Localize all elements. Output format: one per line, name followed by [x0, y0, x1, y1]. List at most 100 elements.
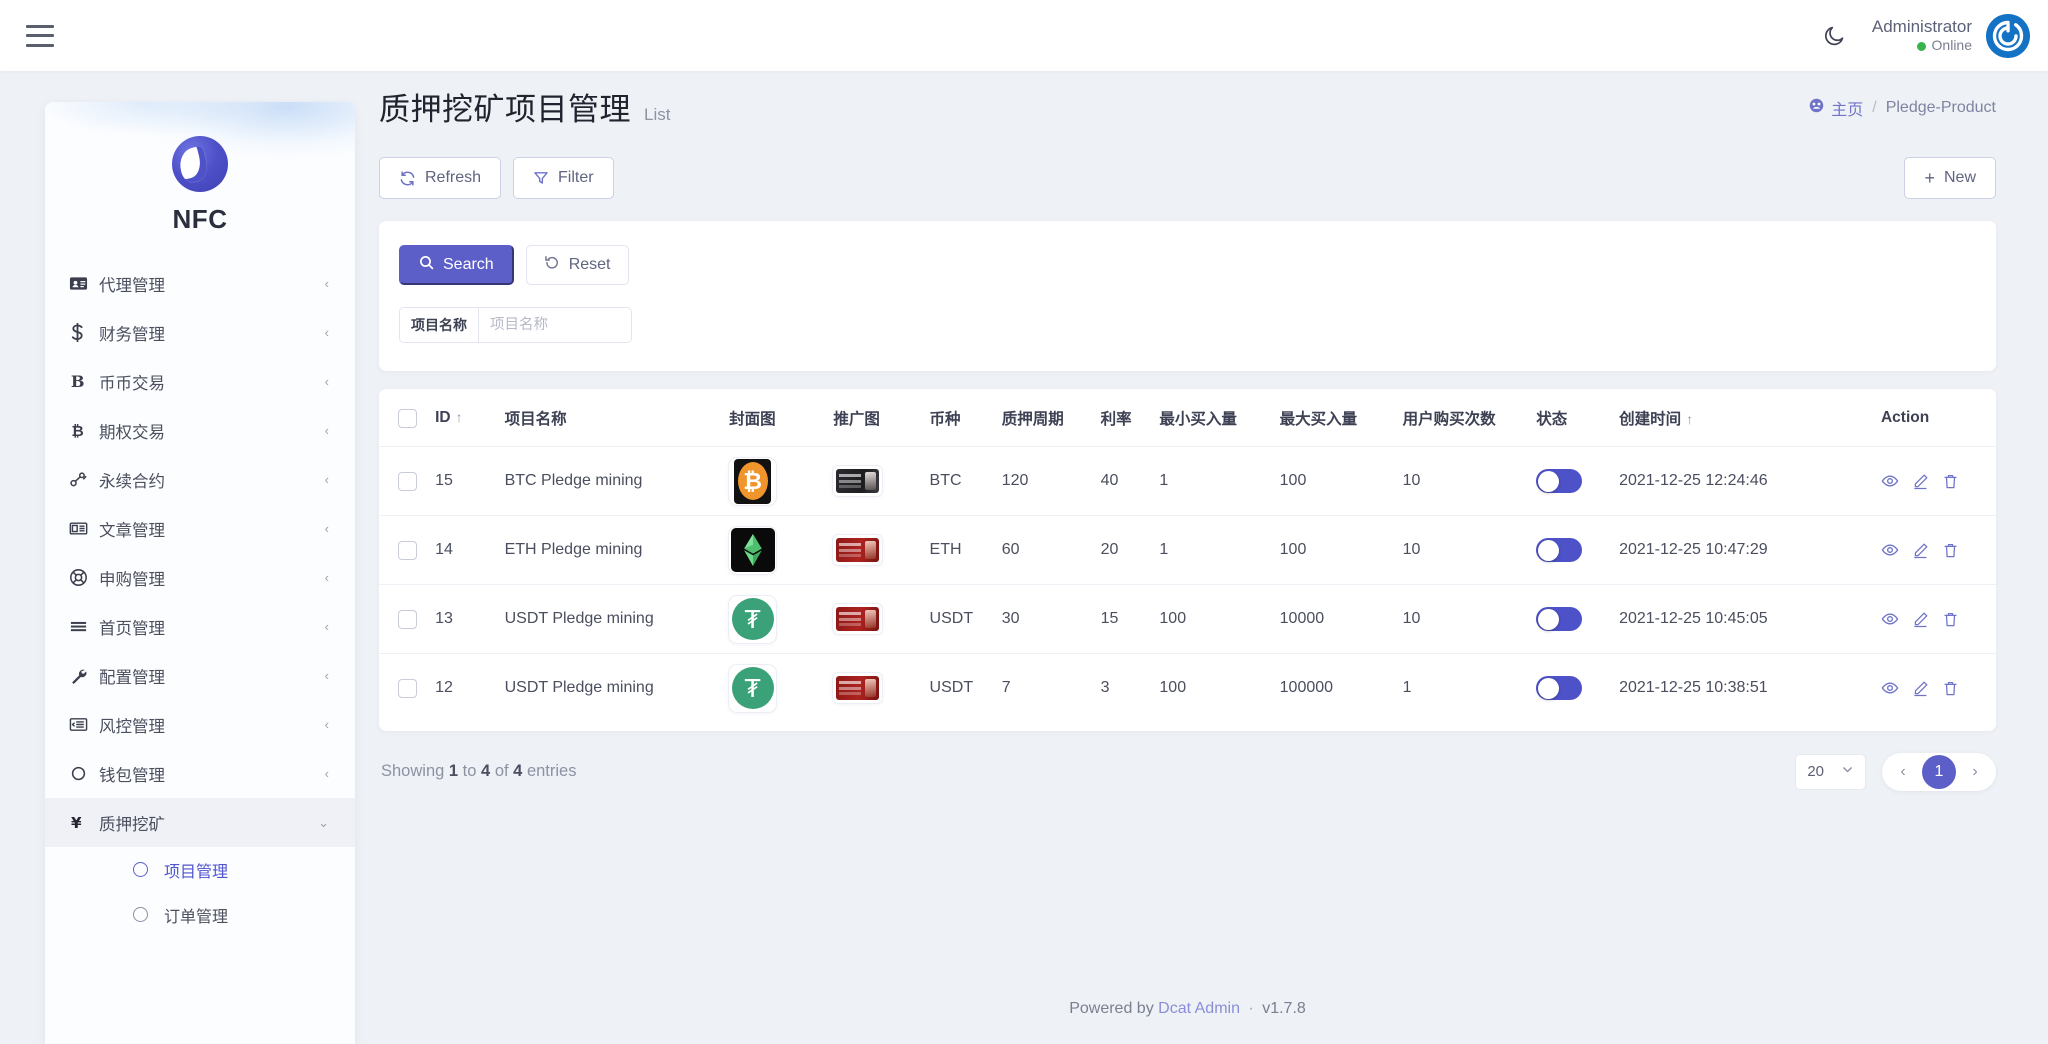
status-toggle[interactable] [1536, 469, 1583, 493]
sidebar-item-wallet[interactable]: 钱包管理 ‹ [45, 749, 355, 798]
top-navbar: Administrator Online [0, 0, 2048, 71]
svg-text:₿: ₿ [71, 422, 83, 440]
trash-icon[interactable] [1942, 680, 1959, 697]
cell-purchase-times: 10 [1402, 610, 1421, 627]
user-name: Administrator [1871, 17, 1972, 37]
row-checkbox[interactable] [398, 540, 417, 560]
project-name-input[interactable] [479, 308, 631, 342]
eye-icon[interactable] [1881, 679, 1899, 697]
row-checkbox[interactable] [398, 471, 417, 491]
search-buttons-row: Search Reset [399, 245, 1976, 285]
sidebar-item-pledge-mining[interactable]: ¥ 质押挖矿 ⌄ [45, 798, 355, 847]
showing-to-word: to [462, 762, 477, 780]
sidebar-item-subscription[interactable]: 申购管理 ‹ [45, 553, 355, 602]
cell-period: 7 [1001, 679, 1011, 697]
select-all-checkbox[interactable] [398, 408, 417, 428]
cover-thumbnail-usdt[interactable]: ₮ [729, 664, 777, 712]
cell-name: USDT Pledge mining [504, 679, 654, 697]
sidebar-item-coin-trade[interactable]: B 币币交易 ‹ [45, 357, 355, 406]
eye-icon[interactable] [1881, 541, 1899, 559]
trash-icon[interactable] [1942, 473, 1959, 490]
table-row: 13 USDT Pledge mining ₮ USDT 30 15 100 1… [379, 584, 1996, 654]
page-button-1[interactable]: 1 [1922, 754, 1956, 789]
page-title-group: 质押挖矿项目管理 List [379, 84, 670, 129]
promo-thumbnail[interactable] [833, 604, 883, 634]
row-checkbox[interactable] [398, 609, 417, 629]
row-actions [1881, 541, 1996, 559]
cover-thumbnail-btc[interactable]: ₿ [729, 457, 777, 505]
chevron-left-icon: ‹ [324, 423, 329, 438]
table-body: 15 BTC Pledge mining ₿ BTC 120 40 1 100 [379, 446, 1996, 723]
pencil-icon[interactable] [1912, 473, 1929, 490]
cell-coin: USDT [929, 610, 974, 627]
sidebar-item-label: 财务管理 [99, 325, 165, 344]
avatar[interactable] [1986, 13, 2030, 58]
sidebar-item-label: 期权交易 [99, 423, 165, 442]
topbar-right-group: Administrator Online [1808, 0, 2048, 71]
breadcrumb-current[interactable]: Pledge-Product [1886, 99, 1996, 117]
refresh-button[interactable]: Refresh [379, 157, 502, 199]
page-subtitle: List [644, 105, 671, 124]
user-info: Administrator Online [1872, 16, 1972, 55]
bitcoin-logo-icon: ₿ [734, 458, 772, 504]
promo-thumbnail[interactable] [833, 466, 883, 496]
table-header-row: ID ↑ 项目名称 封面图 推广图 币种 质押周期 利率 最小买入量 最大买入量 … [379, 389, 1996, 447]
sidebar-item-option-trade[interactable]: ₿ 期权交易 ‹ [45, 406, 355, 455]
promo-thumbnail[interactable] [833, 535, 883, 565]
per-page-select[interactable]: 20 [1795, 753, 1866, 790]
cell-purchase-times: 10 [1402, 541, 1421, 558]
breadcrumb-home[interactable]: 主页 [1809, 96, 1863, 120]
page-footer: Powered by Dcat Admin · v1.7.8 [355, 1000, 2020, 1018]
cell-select [379, 585, 435, 654]
lines-icon [69, 617, 99, 636]
new-button[interactable]: + New [1904, 157, 1996, 199]
cell-id: 15 [435, 472, 453, 489]
pencil-icon[interactable] [1912, 611, 1929, 628]
sidebar-item-homepage[interactable]: 首页管理 ‹ [45, 602, 355, 651]
sidebar-item-finance[interactable]: 财务管理 ‹ [45, 308, 355, 357]
chevron-left-icon: ‹ [324, 717, 329, 732]
sidebar-item-agent[interactable]: 代理管理 ‹ [45, 259, 355, 308]
eye-icon[interactable] [1881, 610, 1899, 628]
sidebar-subitem-label: 订单管理 [164, 908, 229, 926]
promo-thumbnail[interactable] [833, 673, 883, 704]
dcat-admin-link[interactable]: Dcat Admin [1158, 1000, 1240, 1017]
user-menu[interactable]: Administrator Online [1860, 13, 2030, 58]
status-toggle[interactable] [1536, 676, 1583, 701]
eye-icon[interactable] [1881, 472, 1899, 490]
cover-thumbnail-usdt[interactable]: ₮ [729, 595, 777, 643]
status-toggle[interactable] [1536, 538, 1583, 562]
reset-button[interactable]: Reset [525, 245, 629, 285]
sidebar-item-project-management[interactable]: 项目管理 [45, 847, 355, 892]
sidebar-item-article[interactable]: 文章管理 ‹ [45, 504, 355, 553]
search-button[interactable]: Search [399, 245, 514, 285]
row-checkbox[interactable] [398, 678, 417, 698]
main-content: 质押挖矿项目管理 List 主页 / Pledge-Product Refres… [355, 84, 2020, 791]
filter-button[interactable]: Filter [513, 157, 614, 199]
cell-name: ETH Pledge mining [504, 541, 643, 558]
pencil-icon[interactable] [1912, 680, 1929, 697]
next-page-button[interactable]: › [1960, 757, 1990, 787]
powered-by-label: Powered by [1069, 1000, 1154, 1017]
dark-mode-toggle-icon[interactable] [1808, 10, 1860, 62]
th-id[interactable]: ID ↑ [435, 389, 504, 447]
brand[interactable]: NFC [45, 102, 355, 235]
sidebar-toggle-icon[interactable] [26, 24, 54, 47]
sidebar-item-perpetual[interactable]: 永续合约 ‹ [45, 455, 355, 504]
th-coin: 币种 [929, 411, 961, 428]
showing-from: 1 [448, 762, 459, 780]
th-name: 项目名称 [504, 411, 567, 428]
prev-page-button[interactable]: ‹ [1888, 757, 1918, 787]
th-created-at[interactable]: 创建时间 ↑ [1619, 389, 1881, 447]
sidebar-item-order-management[interactable]: 订单管理 [45, 892, 355, 937]
pencil-icon[interactable] [1912, 542, 1929, 559]
sidebar-subitem-label: 项目管理 [164, 863, 229, 881]
chevron-left-icon: ‹ [324, 276, 329, 291]
cover-thumbnail-eth[interactable] [729, 526, 777, 574]
trash-icon[interactable] [1942, 542, 1959, 559]
sidebar-item-risk[interactable]: 风控管理 ‹ [45, 700, 355, 749]
status-toggle[interactable] [1536, 607, 1583, 631]
trash-icon[interactable] [1942, 611, 1959, 628]
sidebar-item-config[interactable]: 配置管理 ‹ [45, 651, 355, 700]
cell-cover: ₮ [729, 654, 833, 723]
